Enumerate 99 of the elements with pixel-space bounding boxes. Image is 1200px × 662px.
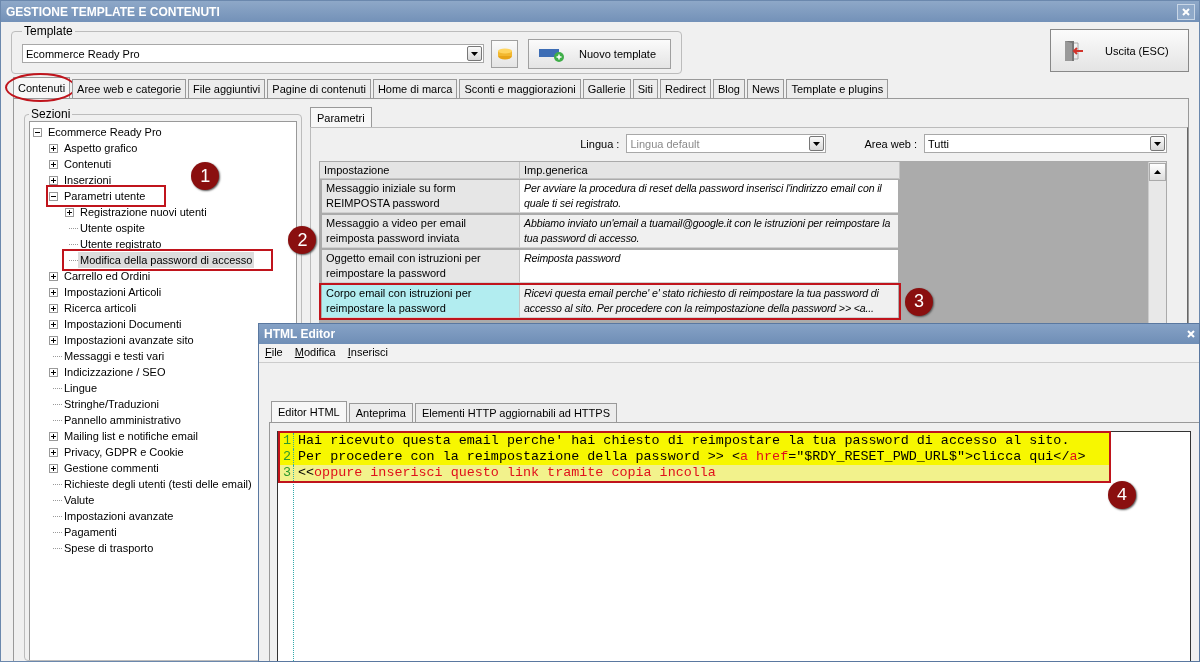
- tree-item[interactable]: Impostazioni Articoli: [62, 284, 164, 300]
- tab[interactable]: Aree web e categorie: [72, 79, 187, 98]
- code-text: oppure inserisci questo link tramite copia incolla: [314, 465, 716, 481]
- tab[interactable]: Anteprima: [348, 403, 413, 422]
- tree-item[interactable]: Ricerca articoli: [62, 300, 139, 316]
- code-text: ="$RDY_RESET_PWD_URL$">clicca qui</: [788, 449, 1070, 465]
- database-icon: [496, 47, 513, 60]
- expand-icon[interactable]: [49, 367, 58, 377]
- expand-icon[interactable]: [49, 175, 58, 185]
- tab[interactable]: Siti: [632, 79, 658, 98]
- expand-icon[interactable]: [49, 271, 58, 281]
- tree-item[interactable]: Carrello ed Ordini: [62, 268, 153, 284]
- window-title: HTML Editor: [264, 327, 336, 341]
- tree-item[interactable]: Valute: [62, 492, 97, 508]
- tab[interactable]: Redirect: [659, 79, 711, 98]
- tree-item[interactable]: Ecommerce Ready Pro: [46, 124, 164, 140]
- tab[interactable]: Gallerie: [582, 79, 631, 98]
- new-template-button[interactable]: Nuovo template: [528, 38, 671, 69]
- code-text: Hai ricevuto questa email perche' hai chiesto di reimpostare la tua password di accesso al sito.: [298, 433, 1070, 449]
- tree-item[interactable]: Pannello amministrativo: [62, 412, 183, 428]
- tree-item[interactable]: Spese di trasporto: [62, 540, 156, 556]
- tree-item[interactable]: Lingue: [62, 380, 100, 396]
- tab[interactable]: Home di marca: [372, 79, 458, 98]
- code-text: >: [1077, 449, 1086, 465]
- area-select[interactable]: Tutti: [924, 134, 1167, 153]
- tab[interactable]: Parametri: [310, 107, 372, 127]
- expand-icon[interactable]: [49, 159, 58, 169]
- tree-item[interactable]: Parametri utente: [62, 188, 148, 204]
- window-title: GESTIONE TEMPLATE E CONTENUTI: [6, 4, 220, 19]
- expand-icon[interactable]: [49, 335, 58, 345]
- table-cell: Reimposta password: [520, 250, 898, 283]
- table-cell[interactable]: Messaggio iniziale su form REIMPOSTA password: [322, 180, 520, 213]
- menu-item[interactable]: Modifica: [294, 346, 336, 360]
- tab[interactable]: Elementi HTTP aggiornabili ad HTTPS: [414, 403, 617, 422]
- tab[interactable]: Sconti e maggiorazioni: [459, 79, 581, 98]
- tree-item[interactable]: Contenuti: [62, 156, 114, 172]
- code-text: a: [1069, 449, 1078, 465]
- menu-item[interactable]: Inserisci: [347, 346, 389, 360]
- tree-item[interactable]: Impostazioni Documenti: [62, 316, 184, 332]
- tree-item[interactable]: Impostazioni avanzate sito: [62, 332, 196, 348]
- code-text: a href: [739, 449, 789, 465]
- tree-item[interactable]: Richieste degli utenti (testi delle email): [62, 476, 254, 492]
- field-label: Area web :: [864, 137, 917, 150]
- column-header: Imp.generica: [520, 162, 900, 179]
- tree-item[interactable]: Indicizzazione / SEO: [62, 364, 168, 380]
- expand-icon[interactable]: [49, 447, 58, 457]
- expand-icon[interactable]: [49, 303, 58, 313]
- tree-item[interactable]: Utente ospite: [78, 220, 147, 236]
- tab[interactable]: Template e plugins: [786, 79, 889, 98]
- tree-item[interactable]: Utente registrato: [78, 236, 164, 252]
- expand-icon[interactable]: [65, 207, 74, 217]
- group-label: Sezioni: [30, 107, 72, 121]
- tab[interactable]: Pagine di contenuti: [267, 79, 371, 98]
- tab[interactable]: Editor HTML: [271, 401, 347, 422]
- step-number: 2: [288, 226, 317, 254]
- table-cell[interactable]: Corpo email con istruzioni per reimpostare la password: [322, 285, 520, 318]
- tree-item[interactable]: Modifica della password di accesso: [78, 252, 255, 268]
- step-number: 4: [1108, 481, 1136, 509]
- code-text: Per procedere con la reimpostazione della password >> <: [298, 449, 740, 465]
- expand-icon[interactable]: [49, 287, 58, 297]
- tab[interactable]: File aggiuntivi: [188, 79, 266, 98]
- table-cell: Ricevi questa email perche' e' stato richiesto di reimpostare la tua password di accesso al sito. Per procedere con la reimpostazione della password >> <a...: [520, 285, 898, 318]
- tree-item[interactable]: Pagamenti: [62, 524, 119, 540]
- table-cell: Per avviare la procedura di reset della password inserisci l'indirizzo email con il quale ti sei registrato.: [520, 180, 898, 213]
- exit-door-icon: [1063, 38, 1085, 63]
- collapse-icon[interactable]: [33, 127, 42, 137]
- step-number: 3: [905, 287, 933, 316]
- tab[interactable]: Blog: [712, 79, 745, 98]
- exit-button[interactable]: Uscita (ESC): [1050, 29, 1189, 72]
- tree-item[interactable]: Stringhe/Traduzioni: [62, 396, 161, 412]
- table-cell: Abbiamo inviato un'email a tuamail@google.it con le istruzioni per reimpostare la tua password di accesso.: [520, 215, 898, 248]
- tree-item[interactable]: Privacy, GDPR e Cookie: [62, 444, 186, 460]
- table-cell[interactable]: Messaggio a video per email reimposta password inviata: [322, 215, 520, 248]
- field-label: Lingua :: [580, 137, 620, 150]
- close-icon[interactable]: [1187, 330, 1195, 338]
- code-text: <<: [298, 465, 315, 481]
- tab[interactable]: Contenuti: [13, 77, 71, 98]
- expand-icon[interactable]: [49, 143, 58, 153]
- group-label: Template: [23, 24, 74, 38]
- column-header: Impostazione: [320, 162, 520, 179]
- step-number: 1: [191, 162, 220, 190]
- tree-item[interactable]: Inserzioni: [62, 172, 114, 188]
- collapse-icon[interactable]: [49, 191, 58, 201]
- expand-icon[interactable]: [49, 319, 58, 329]
- tree-item[interactable]: Gestione commenti: [62, 460, 161, 476]
- tree-item[interactable]: Impostazioni avanzate: [62, 508, 176, 524]
- table-cell[interactable]: Oggetto email con istruzioni per reimpostare la password: [322, 250, 520, 283]
- expand-icon[interactable]: [49, 431, 58, 441]
- tree-item[interactable]: Registrazione nuovi utenti: [78, 204, 209, 220]
- tree-item[interactable]: Messaggi e testi vari: [62, 348, 167, 364]
- scroll-up-icon[interactable]: [1149, 163, 1166, 181]
- expand-icon[interactable]: [49, 463, 58, 473]
- code-editor[interactable]: [277, 431, 1191, 661]
- tree-item[interactable]: Aspetto grafico: [62, 140, 140, 156]
- line-number: 3: [280, 465, 294, 481]
- tab[interactable]: News: [746, 79, 785, 98]
- tree-item[interactable]: Mailing list e notifiche email: [62, 428, 200, 444]
- template-select[interactable]: Ecommerce Ready Pro: [22, 44, 484, 63]
- menu-item[interactable]: File: [265, 346, 283, 360]
